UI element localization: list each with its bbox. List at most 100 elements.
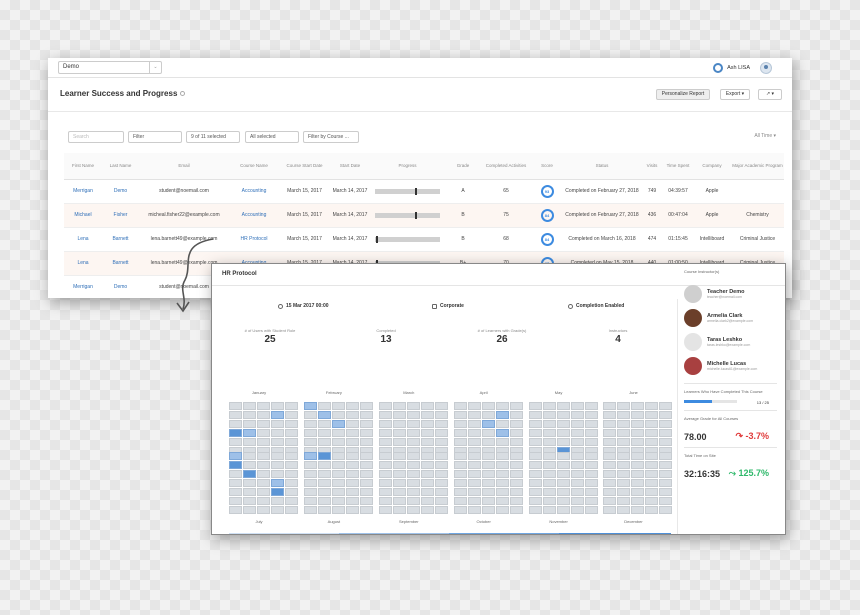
column-header[interactable]: Course Start Date: [279, 153, 330, 180]
calendar-day[interactable]: [617, 438, 631, 446]
column-header[interactable]: Start Date: [330, 153, 370, 180]
calendar-day[interactable]: [495, 506, 509, 514]
calendar-day[interactable]: [453, 402, 467, 410]
calendar-day[interactable]: [434, 420, 448, 428]
calendar-day[interactable]: [467, 402, 481, 410]
calendar-day[interactable]: [243, 438, 256, 446]
column-header[interactable]: First Name: [64, 153, 102, 180]
calendar-day[interactable]: [495, 461, 509, 469]
calendar-day[interactable]: [481, 402, 495, 410]
calendar-day[interactable]: [271, 438, 284, 446]
calendar-day[interactable]: [495, 488, 509, 496]
calendar-day[interactable]: [434, 438, 448, 446]
calendar-day[interactable]: [257, 488, 270, 496]
calendar-day[interactable]: [570, 461, 584, 469]
calendar-day[interactable]: [542, 461, 556, 469]
calendar-day[interactable]: [481, 470, 495, 478]
calendar-day[interactable]: [285, 411, 298, 419]
calendar-day[interactable]: [631, 506, 645, 514]
calendar-day[interactable]: [392, 420, 406, 428]
calendar-day[interactable]: [331, 411, 345, 419]
calendar-day[interactable]: [467, 497, 481, 505]
calendar-day[interactable]: [392, 497, 406, 505]
column-header[interactable]: Score: [531, 153, 563, 180]
calendar-day[interactable]: [603, 411, 617, 419]
calendar-day[interactable]: [420, 461, 434, 469]
calendar-day[interactable]: [528, 411, 542, 419]
calendar-day[interactable]: [285, 488, 298, 496]
calendar-day[interactable]: [584, 506, 598, 514]
calendar-day[interactable]: [453, 438, 467, 446]
calendar-day[interactable]: [392, 461, 406, 469]
calendar-day[interactable]: [617, 479, 631, 487]
calendar-day[interactable]: [303, 461, 317, 469]
avatar[interactable]: [760, 62, 772, 74]
instructor-item[interactable]: Taras Leshko taras.leshko@example.com: [684, 330, 777, 354]
calendar-day[interactable]: [243, 452, 256, 460]
calendar-day[interactable]: [528, 461, 542, 469]
calendar-day[interactable]: [509, 411, 523, 419]
calendar-day[interactable]: [645, 470, 659, 478]
calendar-day[interactable]: [257, 452, 270, 460]
calendar-day[interactable]: [257, 461, 270, 469]
calendar-day[interactable]: [229, 420, 242, 428]
cell-course[interactable]: HR Protocol: [229, 227, 279, 252]
calendar-day[interactable]: [359, 438, 373, 446]
calendar-day[interactable]: [317, 402, 331, 410]
calendar-day[interactable]: [528, 438, 542, 446]
column-header[interactable]: Visits: [641, 153, 663, 180]
calendar-day[interactable]: [495, 420, 509, 428]
calendar-day[interactable]: [331, 429, 345, 437]
calendar-day[interactable]: [645, 461, 659, 469]
calendar-day[interactable]: [528, 479, 542, 487]
calendar-day[interactable]: [257, 438, 270, 446]
filter-select[interactable]: Filter: [128, 131, 182, 143]
calendar-day[interactable]: [584, 411, 598, 419]
calendar-day[interactable]: [603, 479, 617, 487]
calendar-day[interactable]: [542, 470, 556, 478]
calendar-day[interactable]: [542, 402, 556, 410]
calendar-day[interactable]: [556, 438, 570, 446]
calendar-day[interactable]: [617, 429, 631, 437]
calendar-day[interactable]: [420, 479, 434, 487]
calendar-day[interactable]: [392, 452, 406, 460]
calendar-day[interactable]: [584, 452, 598, 460]
calendar-day[interactable]: [631, 411, 645, 419]
org-select[interactable]: Demo ⌄: [58, 61, 162, 74]
calendar-day[interactable]: [285, 438, 298, 446]
calendar-day[interactable]: [331, 452, 345, 460]
calendar-day[interactable]: [584, 470, 598, 478]
calendar-day[interactable]: [453, 420, 467, 428]
cell-first[interactable]: Merrigan: [64, 275, 102, 298]
calendar-day[interactable]: [378, 461, 392, 469]
calendar-day[interactable]: [570, 411, 584, 419]
calendar-day[interactable]: [467, 506, 481, 514]
column-header[interactable]: Email: [139, 153, 229, 180]
calendar-day[interactable]: [359, 488, 373, 496]
calendar-day[interactable]: [509, 429, 523, 437]
calendar-day[interactable]: [285, 402, 298, 410]
column-header[interactable]: Progress: [370, 153, 445, 180]
calendar-day[interactable]: [243, 488, 256, 496]
calendar-day[interactable]: [631, 452, 645, 460]
calendar-day[interactable]: [434, 470, 448, 478]
calendar-day[interactable]: [453, 461, 467, 469]
calendar-day[interactable]: [603, 420, 617, 428]
calendar-day[interactable]: [243, 506, 256, 514]
calendar-day[interactable]: [229, 411, 242, 419]
calendar-day[interactable]: [378, 506, 392, 514]
calendar-day[interactable]: [617, 488, 631, 496]
calendar-day[interactable]: [257, 479, 270, 487]
calendar-day[interactable]: [257, 497, 270, 505]
calendar-day[interactable]: [359, 497, 373, 505]
calendar-day[interactable]: [542, 411, 556, 419]
search-input[interactable]: Search: [68, 131, 124, 143]
calendar-day[interactable]: [645, 429, 659, 437]
calendar-day[interactable]: [509, 402, 523, 410]
calendar-day[interactable]: [378, 438, 392, 446]
calendar-day[interactable]: [556, 461, 570, 469]
column-header[interactable]: Company: [693, 153, 731, 180]
calendar-day[interactable]: [243, 420, 256, 428]
calendar-day[interactable]: [378, 479, 392, 487]
calendar-day[interactable]: [257, 402, 270, 410]
